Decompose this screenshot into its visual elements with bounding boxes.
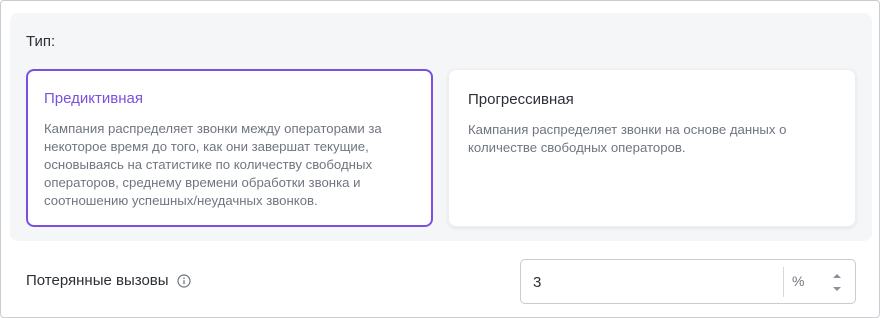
info-icon[interactable] — [176, 273, 191, 288]
input-divider — [783, 267, 784, 297]
lost-calls-row-label: Потерянные вызовы — [26, 272, 191, 289]
type-option-predictive[interactable]: Предиктивная Кампания распределяет звонк… — [26, 69, 433, 227]
quantity-stepper[interactable] — [830, 271, 844, 293]
type-option-title: Прогрессивная — [468, 91, 574, 108]
type-option-description: Кампания распределяет звонки на основе д… — [468, 122, 787, 155]
chevron-down-icon[interactable] — [831, 284, 843, 293]
type-option-description: Кампания распределяет звонки между опера… — [44, 121, 382, 208]
campaign-type-label: Тип: — [26, 33, 56, 50]
lost-calls-input-group: % — [520, 259, 856, 304]
type-option-progressive[interactable]: Прогрессивная Кампания распределяет звон… — [448, 69, 856, 227]
campaign-type-panel: Тип: Предиктивная Кампания распределяет … — [10, 13, 872, 241]
lost-calls-label: Потерянные вызовы — [26, 272, 169, 289]
type-option-title: Предиктивная — [44, 90, 143, 107]
percent-unit: % — [792, 273, 805, 289]
settings-container: Тип: Предиктивная Кампания распределяет … — [0, 0, 880, 318]
lost-calls-input[interactable] — [533, 270, 773, 294]
chevron-up-icon[interactable] — [831, 271, 843, 280]
